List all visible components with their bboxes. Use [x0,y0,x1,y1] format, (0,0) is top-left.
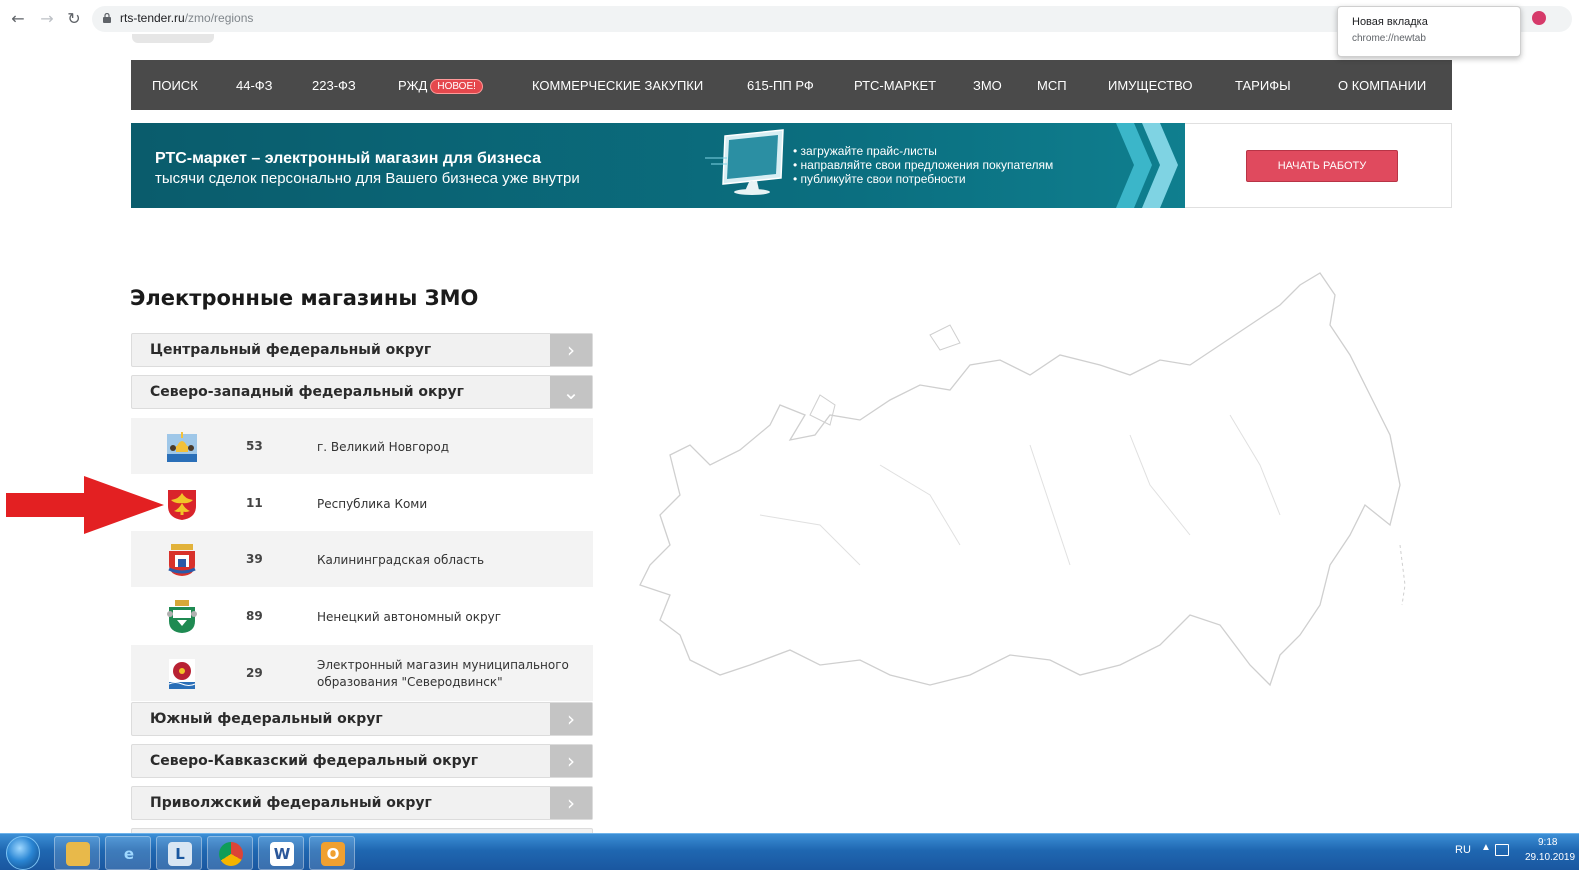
district-label: Приволжский федеральный округ [150,795,432,811]
ie-button[interactable]: e [105,836,151,870]
region-name[interactable]: г. Великий Новгород [317,439,587,456]
region-code: 11 [246,496,263,510]
page-title: Электронные магазины ЗМО [130,286,479,310]
monitor-icon [705,129,784,195]
district-volga[interactable]: Приволжский федеральный округ › [131,786,593,820]
chevron-right-icon[interactable]: › [550,334,592,366]
district-label: Южный федеральный округ [150,711,383,727]
profile-avatar[interactable] [1532,11,1546,25]
nav-item-search[interactable]: ПОИСК [152,78,198,93]
district-north-caucasus[interactable]: Северо-Кавказский федеральный округ › [131,744,593,778]
russia-map[interactable] [630,265,1420,715]
district-label: Центральный федеральный округ [150,342,432,358]
reload-icon[interactable]: ↻ [64,9,84,29]
terminal-button[interactable]: L [156,836,202,870]
taskbar: e L W O RU ▲ 9:18 29.10.2019 [0,833,1579,870]
promo-banner[interactable]: РТС-маркет – электронный магазин для биз… [131,123,1452,208]
region-row[interactable]: 53 г. Великий Новгород [131,418,593,474]
region-code: 53 [246,439,263,453]
nav-item-property[interactable]: ИМУЩЕСТВО [1108,78,1193,93]
network-icon[interactable] [1495,844,1509,856]
region-row[interactable]: 11 Республика Коми [131,475,593,531]
region-code: 89 [246,609,263,623]
new-badge: НОВОЕ! [430,79,483,94]
region-code: 29 [246,666,263,680]
folder-icon [66,842,90,866]
windows-start-icon[interactable] [6,836,40,870]
severodvinsk-emblem-icon [168,659,196,689]
tooltip-title: Новая вкладка [1352,16,1428,28]
banner-bullet: загружайте прайс-листы [793,144,1053,158]
region-name[interactable]: Ненецкий автономный округ [317,609,587,626]
chevron-right-icon[interactable]: › [550,745,592,777]
chrome-icon [219,842,243,866]
banner-title: РТС-маркет – электронный магазин для биз… [155,150,541,167]
outlook-button[interactable]: O [309,836,355,870]
banner-subtitle: тысячи сделок персонально для Вашего биз… [155,170,580,187]
district-label: Северо-Кавказский федеральный округ [150,753,479,769]
chevrons-icon [1116,123,1178,208]
outlook-icon: O [321,842,345,866]
chrome-button[interactable] [207,836,253,870]
red-arrow-icon [6,476,164,534]
nav-item-rzd-label: РЖД [398,78,428,93]
page-tab-stub [132,34,214,43]
region-row[interactable]: 39 Калининградская область [131,531,593,587]
nav-item-44fz[interactable]: 44-ФЗ [236,78,273,93]
ie-icon: e [123,845,135,863]
district-south[interactable]: Южный федеральный округ › [131,702,593,736]
district-northwest[interactable]: Северо-западный федеральный округ ⌄ [131,375,593,409]
banner-bullet: публикуйте свои потребности [793,172,1053,186]
region-name[interactable]: Республика Коми [317,496,587,513]
region-row[interactable]: 29 Электронный магазин муниципального об… [131,645,593,701]
nav-item-rzd[interactable]: РЖД НОВОЕ! [398,78,483,94]
nav-item-about[interactable]: О КОМПАНИИ [1338,78,1426,93]
nav-item-commercial[interactable]: КОММЕРЧЕСКИЕ ЗАКУПКИ [532,78,703,93]
nav-item-rts-market[interactable]: РТС-МАРКЕТ [854,78,936,93]
banner-bullet: направляйте свои предложения покупателям [793,158,1054,172]
nav-item-msp[interactable]: МСП [1037,78,1067,93]
region-code: 39 [246,552,263,566]
district-central[interactable]: Центральный федеральный округ › [131,333,593,367]
nav-item-223fz[interactable]: 223-ФЗ [312,78,356,93]
kaliningrad-emblem-icon [168,544,196,576]
novgorod-emblem-icon [167,432,197,462]
word-button[interactable]: W [258,836,304,870]
clock-date[interactable]: 29.10.2019 [1525,852,1575,863]
district-label: Северо-западный федеральный округ [150,384,464,400]
chevron-right-icon[interactable]: › [550,703,592,735]
tooltip-url: chrome://newtab [1352,33,1426,44]
explorer-button[interactable] [54,836,100,870]
forward-icon[interactable]: → [37,9,57,29]
region-row[interactable]: 89 Ненецкий автономный округ [131,588,593,644]
clock-time[interactable]: 9:18 [1538,837,1557,848]
tab-tooltip: Новая вкладка chrome://newtab [1337,6,1521,57]
back-icon[interactable]: ← [8,9,28,29]
nenets-emblem-icon [167,600,197,633]
nav-item-615pp[interactable]: 615-ПП РФ [747,78,814,93]
word-icon: W [270,842,294,866]
terminal-icon: L [168,842,192,866]
banner-bullets: загружайте прайс-листы направляйте свои … [793,144,1054,186]
region-name[interactable]: Калининградская область [317,552,587,569]
site-navigation: ПОИСК 44-ФЗ 223-ФЗ РЖД НОВОЕ! КОММЕРЧЕСКИ… [131,60,1452,110]
komi-emblem-icon [168,490,196,520]
region-name[interactable]: Электронный магазин муниципального образ… [317,657,587,691]
chevron-right-icon[interactable]: › [550,787,592,819]
language-indicator[interactable]: RU [1455,844,1471,856]
nav-item-tariffs[interactable]: ТАРИФЫ [1235,78,1291,93]
nav-item-zmo[interactable]: ЗМО [973,78,1002,93]
chevron-down-icon[interactable]: ⌄ [550,376,592,408]
tray-expand-icon[interactable]: ▲ [1481,842,1491,853]
start-work-button[interactable]: НАЧАТЬ РАБОТУ [1246,150,1398,182]
url-text: rts-tender.ru/zmo/regions [120,11,254,25]
lock-icon [103,13,111,23]
